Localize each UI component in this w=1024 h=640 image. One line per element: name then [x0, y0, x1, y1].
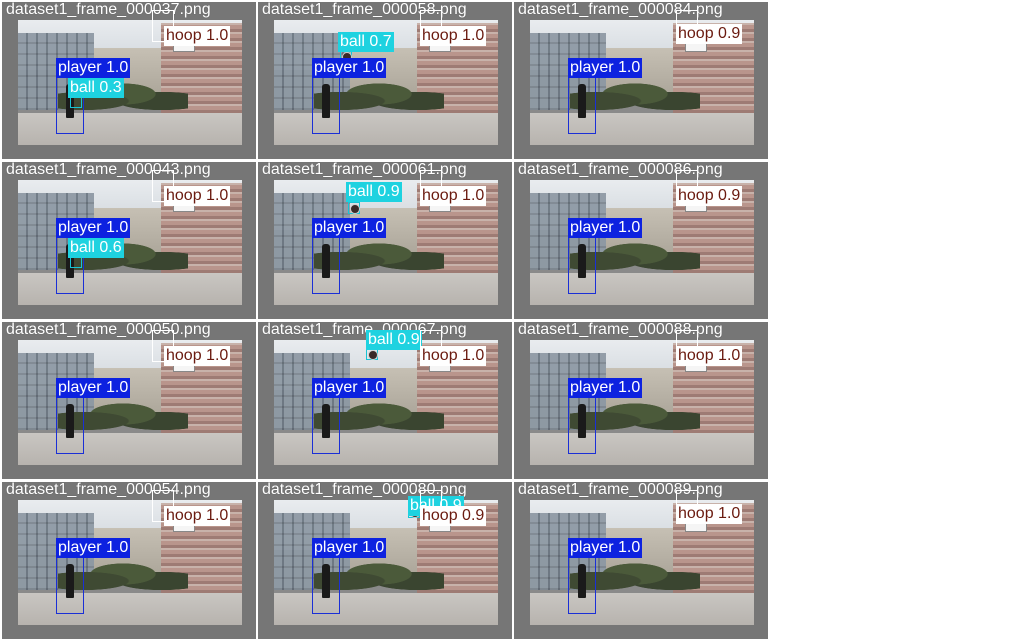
scene-ground [274, 592, 498, 625]
player-confidence-label: player 1.0 [312, 218, 387, 238]
detection-tile: dataset1_frame_000054.pnghoop 1.0 player … [2, 482, 256, 639]
player-confidence-label: player 1.0 [56, 378, 131, 398]
player-confidence-label: player 1.0 [568, 538, 643, 558]
hoop-confidence-label: hoop 1.0 [676, 346, 743, 366]
scene-ground [274, 112, 498, 145]
hoop-confidence-label: hoop 1.0 [164, 26, 231, 46]
scene-ground [18, 592, 242, 625]
detection-grid: dataset1_frame_000037.pnghoop 1.0 player … [0, 0, 768, 640]
detection-tile: dataset1_frame_000067.png ball 0.9 hoop 1.… [258, 322, 512, 479]
hoop-confidence-label: hoop 1.0 [164, 506, 231, 526]
ball-confidence-label: ball 0.9 [346, 182, 402, 202]
frame-filename: dataset1_frame_000050.png [6, 322, 211, 338]
hoop-confidence-label: hoop 1.0 [420, 26, 487, 46]
scene-ground [530, 272, 754, 305]
basketball [350, 204, 360, 214]
hoop-confidence-label: hoop 0.9 [676, 186, 743, 206]
scene-ground [274, 432, 498, 465]
detection-tile: dataset1_frame_000080.pngball 0.9hoop 0.… [258, 482, 512, 639]
scene-ground [18, 112, 242, 145]
ball-confidence-label: ball 0.9 [366, 330, 422, 350]
hoop-confidence-label: hoop 1.0 [676, 504, 743, 524]
detection-tile: dataset1_frame_000084.png hoop 0.9 player … [514, 2, 768, 159]
scene-ground [530, 432, 754, 465]
scene-ground [530, 592, 754, 625]
ball-confidence-label: ball 0.6 [68, 238, 124, 258]
hoop-confidence-label: hoop 1.0 [164, 346, 231, 366]
detection-tile: dataset1_frame_000061.png ball 0.9 hoop 1.… [258, 162, 512, 319]
detection-tile: dataset1_frame_000037.pnghoop 1.0 player … [2, 2, 256, 159]
detection-tile: dataset1_frame_000088.png hoop 1.0 player … [514, 322, 768, 479]
detection-tile: dataset1_frame_000086.png hoop 0.9 player … [514, 162, 768, 319]
frame-filename: dataset1_frame_000043.png [6, 162, 211, 178]
frame-filename: dataset1_frame_000037.png [6, 2, 211, 18]
hoop-confidence-label: hoop 1.0 [164, 186, 231, 206]
player-confidence-label: player 1.0 [56, 58, 131, 78]
hoop-confidence-label: hoop 1.0 [420, 346, 487, 366]
frame-filename: dataset1_frame_000054.png [6, 482, 211, 498]
scene-ground [274, 272, 498, 305]
hoop-confidence-label: hoop 1.0 [420, 186, 487, 206]
detection-tile: dataset1_frame_000043.pnghoop 1.0 player … [2, 162, 256, 319]
player-confidence-label: player 1.0 [56, 538, 131, 558]
player-confidence-label: player 1.0 [312, 538, 387, 558]
hoop-confidence-label: hoop 0.9 [420, 506, 487, 526]
basketball [368, 350, 378, 360]
detection-tile: dataset1_frame_000089.png hoop 1.0 player … [514, 482, 768, 639]
player-confidence-label: player 1.0 [312, 378, 387, 398]
player-confidence-label: player 1.0 [312, 58, 387, 78]
scene-ground [18, 272, 242, 305]
ball-confidence-label: ball 0.3 [68, 78, 124, 98]
player-confidence-label: player 1.0 [568, 378, 643, 398]
player-confidence-label: player 1.0 [568, 218, 643, 238]
ball-confidence-label: ball 0.7 [338, 32, 394, 52]
scene-ground [530, 112, 754, 145]
player-confidence-label: player 1.0 [56, 218, 131, 238]
player-confidence-label: player 1.0 [568, 58, 643, 78]
scene-ground [18, 432, 242, 465]
hoop-confidence-label: hoop 0.9 [676, 24, 743, 44]
detection-tile: dataset1_frame_000058.png ball 0.7 hoop 1.… [258, 2, 512, 159]
detection-tile: dataset1_frame_000050.pnghoop 1.0 player … [2, 322, 256, 479]
